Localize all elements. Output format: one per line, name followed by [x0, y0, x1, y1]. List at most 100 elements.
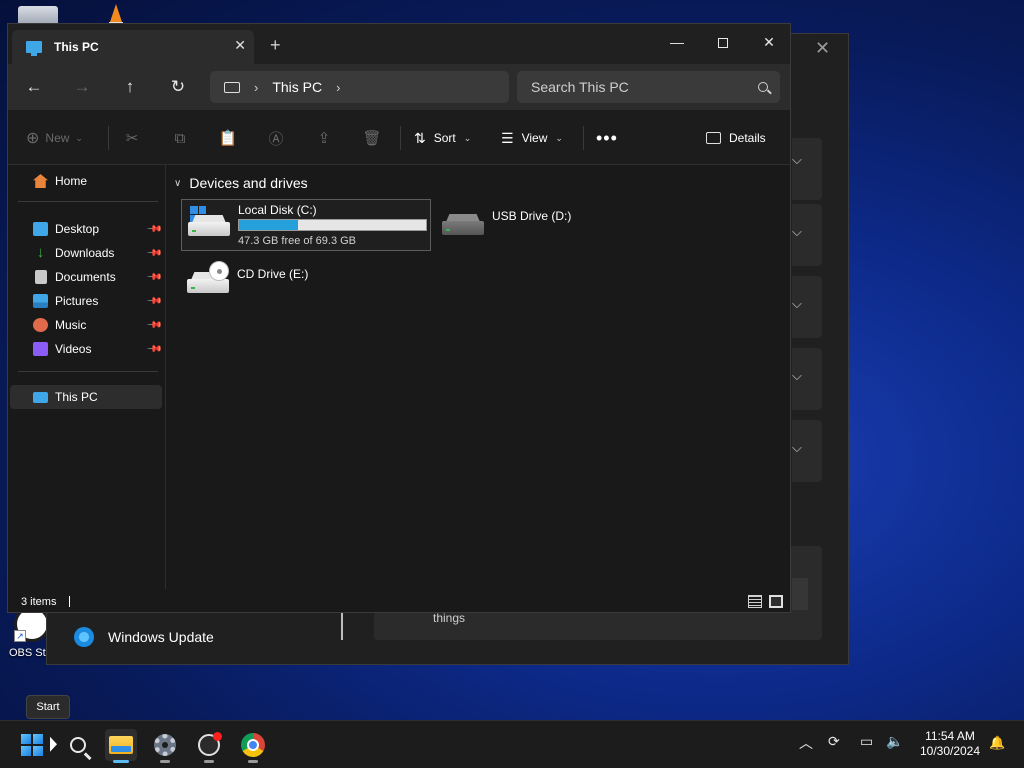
desktop-icon — [33, 222, 48, 236]
details-label: Details — [729, 131, 766, 145]
status-divider — [69, 596, 70, 607]
refresh-button[interactable]: ↻ — [166, 75, 190, 99]
chevron-down-icon: ⌵ — [792, 440, 802, 455]
plus-circle-icon: ⊕ — [26, 130, 40, 147]
minimize-button[interactable]: — — [654, 28, 700, 56]
drive-name: Local Disk (C:) — [238, 203, 317, 217]
sidebar-item-documents[interactable]: Documents 📌 — [8, 265, 164, 289]
settings-close-icon[interactable]: ✕ — [815, 38, 830, 59]
windows-start-icon — [21, 734, 43, 756]
pin-icon[interactable]: 📌 — [145, 245, 162, 262]
maximize-button[interactable] — [700, 28, 746, 56]
chrome-icon — [241, 733, 265, 757]
recording-badge-icon — [213, 732, 222, 741]
section-devices-and-drives[interactable]: ∨ Devices and drives — [174, 175, 308, 191]
taskbar-file-explorer[interactable] — [105, 729, 137, 763]
running-indicator — [160, 760, 170, 763]
document-icon — [35, 270, 47, 284]
settings-nav-windows-update[interactable]: Windows Update — [74, 627, 214, 647]
running-indicator — [113, 760, 129, 763]
folder-icon — [109, 736, 133, 754]
drive-name: CD Drive (E:) — [237, 267, 309, 281]
search-input[interactable] — [531, 79, 731, 95]
gear-icon — [154, 734, 176, 756]
rename-button[interactable]: Ⓐ — [264, 126, 288, 150]
shortcut-arrow-icon: ↗ — [14, 630, 26, 642]
new-tab-button[interactable]: + — [270, 35, 281, 56]
address-bar[interactable]: › This PC › — [210, 71, 509, 103]
notification-bell-icon[interactable]: 🔔 — [989, 735, 1005, 751]
new-label: New — [45, 131, 70, 145]
tab-close-icon[interactable]: ✕ — [234, 37, 246, 54]
close-button[interactable]: ✕ — [746, 28, 792, 56]
delete-button[interactable]: 🗑 — [360, 126, 384, 150]
system-clock[interactable]: 11:54 AM 10/30/2024 — [914, 729, 986, 759]
view-button[interactable]: ☰ View ⌄ — [501, 126, 563, 150]
cut-button[interactable]: ✂ — [120, 126, 144, 150]
home-icon — [33, 174, 48, 188]
tiles-view-button[interactable] — [769, 595, 783, 608]
search-icon[interactable] — [758, 82, 768, 92]
running-indicator — [204, 760, 214, 763]
sidebar-item-home[interactable]: Home — [8, 169, 164, 193]
sidebar-item-downloads[interactable]: ↓ Downloads 📌 — [8, 241, 164, 265]
sidebar-item-this-pc[interactable]: This PC — [10, 385, 162, 409]
search-button[interactable] — [62, 729, 94, 761]
sidebar-item-videos[interactable]: Videos 📌 — [8, 337, 164, 361]
disc-icon — [209, 261, 229, 281]
command-separator — [400, 126, 401, 150]
network-icon[interactable]: ▭ — [860, 733, 873, 750]
volume-muted-icon[interactable]: 🔈 — [886, 733, 903, 750]
content-pane: ∨ Devices and drives Local Disk (C:) 47.… — [166, 165, 790, 589]
up-button[interactable]: ↑ — [118, 75, 142, 99]
clock-time: 11:54 AM — [925, 729, 975, 743]
more-options-button[interactable]: ••• — [596, 126, 618, 150]
settings-card-button[interactable] — [792, 578, 808, 610]
drive-cd-e[interactable]: CD Drive (E:) — [181, 257, 381, 309]
view-label: View — [521, 131, 548, 145]
section-title: Devices and drives — [189, 175, 308, 191]
back-button[interactable]: ← — [22, 75, 46, 99]
taskbar-chrome[interactable] — [237, 729, 269, 763]
sidebar-item-desktop[interactable]: Desktop 📌 — [8, 217, 164, 241]
settings-card[interactable] — [792, 138, 822, 200]
pin-icon[interactable]: 📌 — [145, 221, 162, 238]
chevron-down-icon: ⌵ — [792, 224, 802, 239]
copy-button[interactable]: ⧉ — [168, 126, 192, 150]
videos-icon — [33, 342, 48, 356]
sync-status-icon[interactable]: ⟳ — [828, 733, 840, 750]
sidebar-item-label: Videos — [55, 342, 92, 356]
details-view-button[interactable] — [748, 595, 762, 608]
command-bar: ⊕ New ⌄ ✂ ⧉ 📋 Ⓐ ⇪ 🗑 ⇅ Sort ⌄ ☰ View ⌄ ••… — [8, 110, 790, 165]
details-button[interactable]: Details — [706, 126, 766, 150]
taskbar-obs-studio[interactable] — [193, 729, 225, 763]
show-hidden-icons-button[interactable]: ︿ — [799, 733, 813, 753]
paste-button[interactable]: 📋 — [216, 126, 240, 150]
status-bar: 3 items — [8, 589, 790, 613]
share-button[interactable]: ⇪ — [312, 126, 336, 150]
item-count: 3 items — [21, 596, 57, 608]
drive-usb-d[interactable]: USB Drive (D:) — [436, 199, 636, 251]
breadcrumb-chevron-icon[interactable]: › — [336, 80, 340, 95]
taskbar-settings[interactable] — [149, 729, 181, 763]
pin-icon[interactable]: 📌 — [145, 341, 162, 358]
sidebar-item-music[interactable]: Music 📌 — [8, 313, 164, 337]
sidebar-item-pictures[interactable]: Pictures 📌 — [8, 289, 164, 313]
drive-local-disk-c[interactable]: Local Disk (C:) 47.3 GB free of 69.3 GB — [181, 199, 431, 251]
pin-icon[interactable]: 📌 — [145, 317, 162, 334]
pin-icon[interactable]: 📌 — [145, 293, 162, 310]
start-button[interactable] — [16, 729, 48, 761]
forward-button[interactable]: → — [70, 75, 94, 99]
breadcrumb-this-pc[interactable]: This PC — [272, 79, 322, 95]
sidebar-divider — [18, 201, 158, 202]
sidebar-item-label: Desktop — [55, 222, 100, 236]
this-pc-icon — [26, 41, 42, 56]
new-button[interactable]: ⊕ New ⌄ — [26, 126, 83, 150]
sort-button[interactable]: ⇅ Sort ⌄ — [414, 126, 471, 150]
sidebar-item-label: Home — [55, 174, 88, 188]
breadcrumb-chevron-icon[interactable]: › — [254, 80, 258, 95]
tab-this-pc[interactable]: This PC ✕ — [12, 30, 254, 64]
pin-icon[interactable]: 📌 — [145, 269, 162, 286]
running-indicator — [248, 760, 258, 763]
search-box[interactable] — [517, 71, 780, 103]
